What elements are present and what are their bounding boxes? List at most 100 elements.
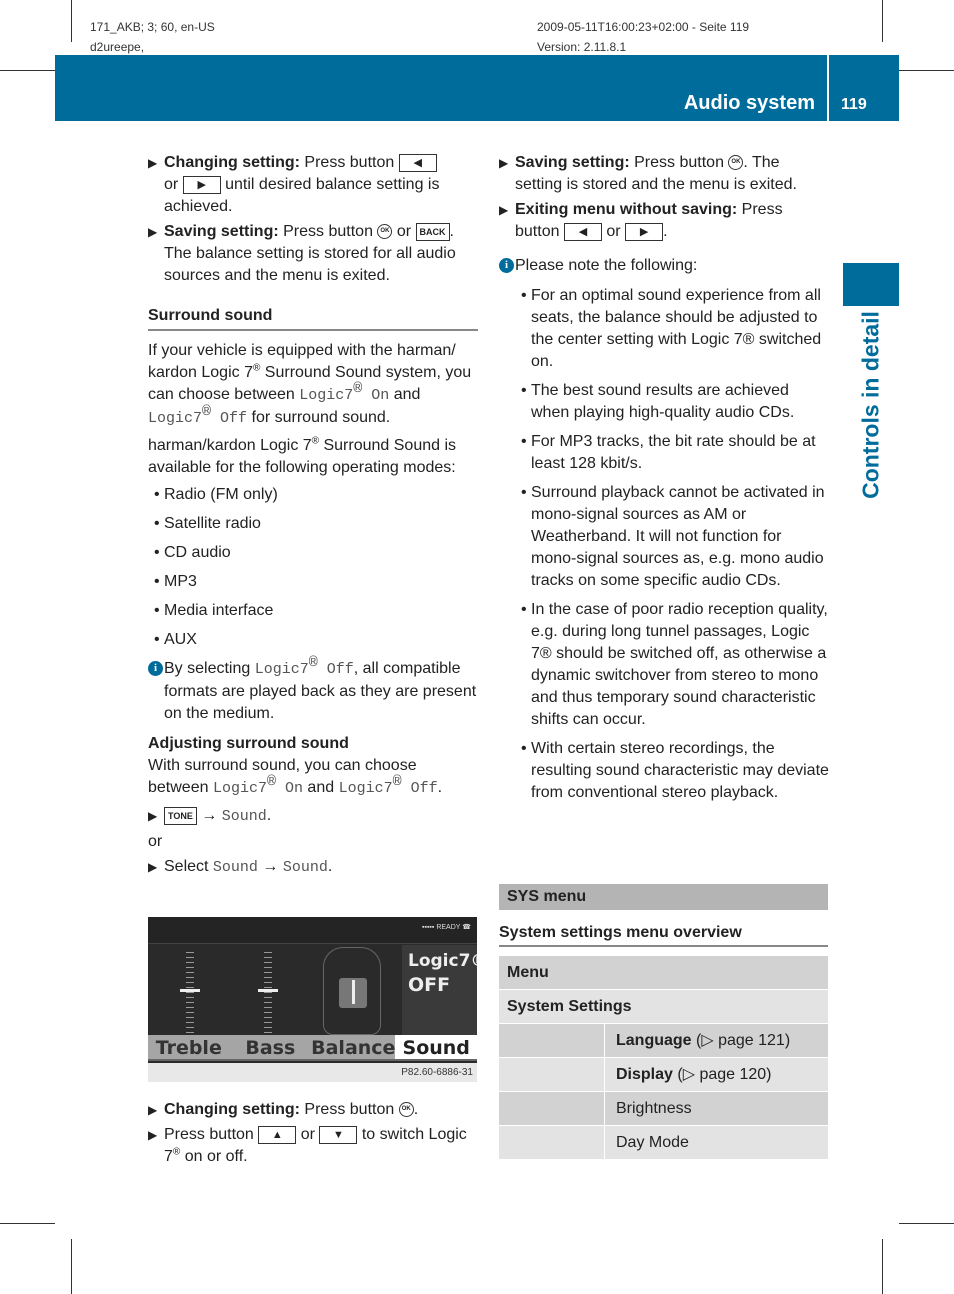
- text: or: [601, 223, 626, 240]
- display-text: Sound: [212, 859, 258, 876]
- step-arrow-icon: ▶: [148, 1103, 158, 1117]
- paragraph: harman/kardon Logic 7® Surround Sound is…: [148, 435, 478, 479]
- slider-handle: [180, 989, 200, 992]
- ok-button-icon: OK: [377, 224, 393, 240]
- list-item: For an optimal sound experience from all…: [515, 285, 829, 373]
- menu-item-label: Brightness: [616, 1100, 692, 1117]
- step-saving-setting: ▶ Saving setting: Press button OK or BAC…: [148, 221, 478, 287]
- list-item: For MP3 tracks, the bit rate should be a…: [515, 431, 829, 475]
- right-column: ▶ Saving setting: Press button OK. The s…: [499, 152, 829, 811]
- car-balance-icon: [323, 947, 381, 1035]
- text: Please note the following:: [515, 257, 698, 274]
- display-text: Sound: [221, 808, 267, 825]
- operating-modes-list: Radio (FM only) Satellite radio CD audio…: [148, 484, 478, 651]
- logic7-status-panel: Logic7® OFF: [402, 945, 477, 1035]
- text: .: [663, 223, 668, 240]
- text: Press button: [278, 223, 378, 240]
- crop-mark: [899, 70, 954, 71]
- left-column-bottom: ▶ Changing setting: Press button OK. ▶ P…: [148, 1099, 478, 1171]
- column-header: Menu: [507, 964, 549, 981]
- paragraph: If your vehicle is equipped with the har…: [148, 340, 478, 430]
- info-icon: i: [499, 258, 514, 273]
- arrow-text: →: [196, 807, 222, 824]
- step-arrow-icon: ▶: [148, 809, 158, 823]
- list-item: The best sound results are achieved when…: [515, 380, 829, 424]
- text: Press button: [299, 1101, 399, 1118]
- list-item: In the case of poor radio reception qual…: [515, 599, 829, 731]
- tab-balance: Balance: [311, 1037, 396, 1059]
- text: .: [413, 1101, 419, 1118]
- text: .: [437, 779, 443, 796]
- registered-mark: ®: [202, 403, 212, 421]
- tone-key-icon: TONE: [164, 806, 197, 825]
- display-text: Logic7: [299, 387, 354, 404]
- display-tabs: Treble Bass Balance Sound: [148, 1035, 477, 1061]
- meta-line: 171_AKB; 3; 60, en-US: [90, 20, 215, 34]
- step-changing-setting: ▶ Changing setting: Press button ◀ or ▶ …: [148, 152, 478, 218]
- meta-line: 2009-05-11T16:00:23+02:00 - Seite 119: [537, 20, 750, 34]
- display-text: Logic7: [254, 661, 309, 678]
- step-arrow-icon: ▶: [148, 156, 158, 170]
- crop-mark: [71, 1239, 72, 1294]
- display-text: On: [275, 780, 303, 797]
- menu-item-label: Display: [616, 1066, 673, 1083]
- step-label: Exiting menu without saving:: [515, 201, 738, 218]
- list-item: Satellite radio: [148, 513, 478, 535]
- text: or: [392, 223, 416, 240]
- step-switch-logic7: ▶ Press button ▲ or ▼ to switch Logic 7®…: [148, 1124, 478, 1168]
- right-arrow-key-icon: ▶: [625, 222, 664, 241]
- display-text: Logic7: [148, 410, 203, 427]
- step-saving-setting: ▶ Saving setting: Press button OK. The s…: [499, 152, 829, 196]
- crop-mark: [0, 1223, 55, 1224]
- left-arrow-key-icon: ◀: [563, 222, 602, 241]
- display-text: On: [362, 387, 390, 404]
- right-arrow-key-icon: ▶: [182, 175, 221, 194]
- info-note: i By selecting Logic7® Off, all compatib…: [148, 654, 478, 725]
- step-select-sound: ▶ Select Sound → Sound.: [148, 856, 478, 879]
- or-text: or: [148, 833, 163, 850]
- step-exit-without-saving: ▶ Exiting menu without saving: Press but…: [499, 199, 829, 243]
- text: or: [164, 176, 183, 193]
- menu-item-label: Language: [616, 1032, 692, 1049]
- slider-handle: [258, 989, 278, 992]
- text: and: [302, 779, 339, 796]
- crop-mark: [0, 70, 55, 71]
- registered-mark: ®: [266, 773, 276, 791]
- paragraph: With surround sound, you can choose betw…: [148, 755, 478, 800]
- table-row: Day Mode: [499, 1126, 828, 1160]
- ok-button-icon: OK: [728, 155, 744, 171]
- crop-mark: [882, 1239, 883, 1294]
- text: on or off.: [180, 1148, 248, 1165]
- table-group-row: System Settings: [499, 990, 828, 1024]
- table-row: Language (▷ page 121): [499, 1024, 828, 1058]
- notes-list: For an optimal sound experience from all…: [515, 285, 829, 804]
- list-item: Radio (FM only): [148, 484, 478, 506]
- registered-mark: ®: [308, 654, 318, 672]
- sound-display-screenshot: ▪▪▪▪▪ READY ☎ Logic7® OFF Treble Bass Ba…: [148, 917, 477, 1082]
- status-indicator-icon: ▪▪▪▪▪ READY ☎: [421, 924, 471, 931]
- left-column: ▶ Changing setting: Press button ◀ or ▶ …: [148, 152, 478, 882]
- step-tone: ▶ TONE → Sound.: [148, 805, 478, 828]
- back-key-icon: BACK: [415, 222, 450, 241]
- image-reference: P82.60-6886-31: [148, 1063, 477, 1082]
- page-number: 119: [841, 96, 867, 113]
- crop-mark: [882, 0, 883, 42]
- step-arrow-icon: ▶: [499, 203, 509, 217]
- print-meta-right: 2009-05-11T16:00:23+02:00 - Seite 119 Ve…: [537, 17, 749, 57]
- text: or: [296, 1126, 320, 1143]
- adjusting-surround-heading: Adjusting surround sound: [148, 735, 349, 752]
- display-text: Logic7: [212, 780, 267, 797]
- display-text: Logic7: [338, 780, 393, 797]
- step-label: Saving setting:: [164, 223, 279, 240]
- header-divider: [827, 55, 829, 121]
- print-meta-left: 171_AKB; 3; 60, en-US d2ureepe,: [90, 17, 215, 57]
- treble-slider: [180, 952, 200, 1034]
- table-header-row: Menu: [499, 956, 828, 990]
- text: By selecting: [164, 660, 255, 677]
- info-icon: i: [148, 661, 163, 676]
- down-arrow-key-icon: ▼: [319, 1125, 358, 1144]
- step-arrow-icon: ▶: [148, 1128, 158, 1142]
- list-item: AUX: [148, 629, 478, 651]
- system-settings-table: Menu System Settings Language (▷ page 12…: [499, 956, 828, 1160]
- surround-sound-heading: Surround sound: [148, 305, 478, 331]
